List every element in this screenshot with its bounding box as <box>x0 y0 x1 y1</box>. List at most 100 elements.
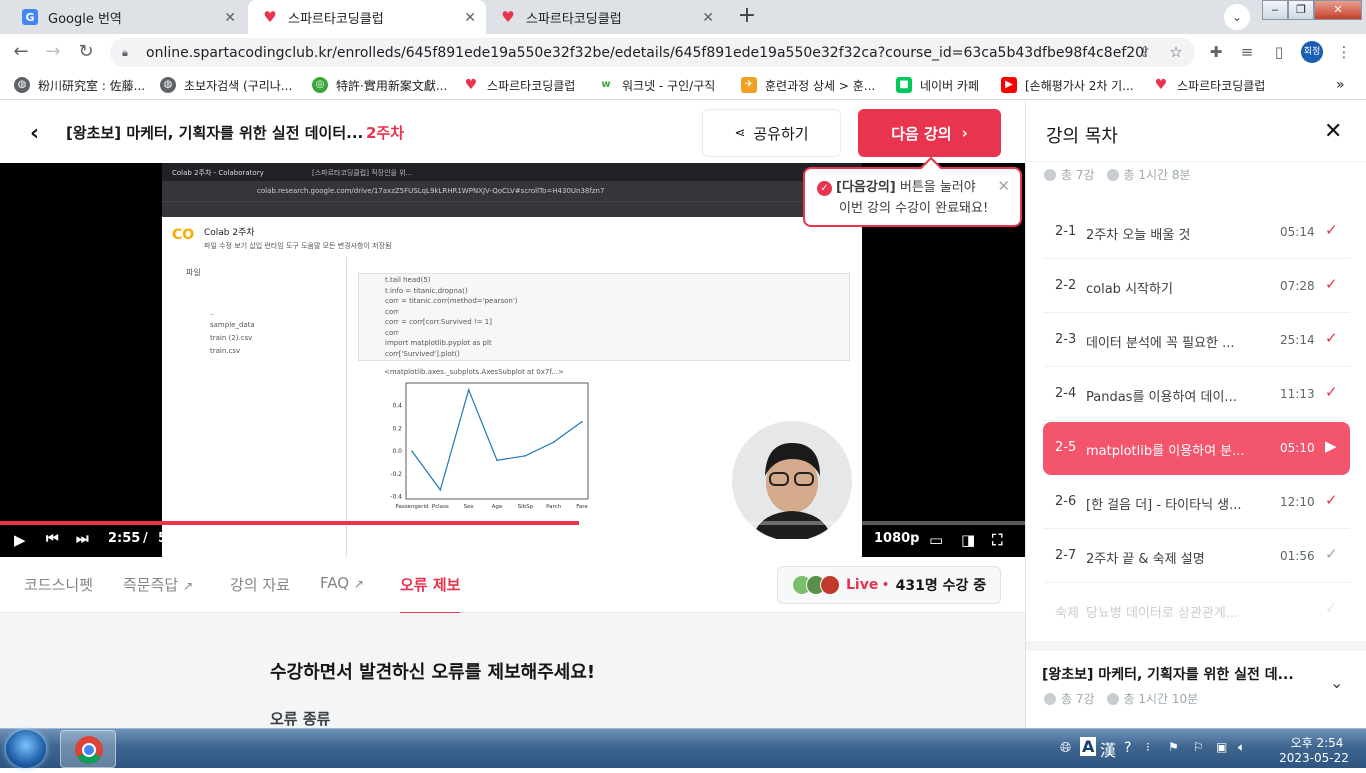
y-tick-label: -0.2 <box>390 471 402 478</box>
previous-icon[interactable]: ⏮︎ <box>46 531 59 547</box>
kipris-icon: ◎ <box>312 77 328 93</box>
chrome-taskbar-button[interactable] <box>60 730 116 768</box>
tab-spartacoding[interactable]: ♥ 스파르타코딩클럽 ✕ <box>486 0 724 34</box>
playback-speed[interactable]: 1x <box>843 531 860 546</box>
ime-hanja[interactable]: 漢 <box>1100 737 1116 761</box>
ime-a[interactable]: A <box>1080 737 1097 756</box>
network-icon[interactable]: ▣ <box>1216 740 1227 754</box>
bookmark-item[interactable]: w 워크넷 - 구인/구직 <box>598 76 715 94</box>
live-dot: • <box>881 577 890 593</box>
lesson-item[interactable]: 2-1 2주차 오늘 배울 것 05:14 ✓ <box>1043 206 1350 259</box>
volume-icon[interactable]: 🔈︎ <box>730 531 739 549</box>
new-tab-button[interactable]: + <box>735 5 759 29</box>
play-icon[interactable]: ▶ <box>14 531 26 549</box>
x-tick-label: Pclass <box>432 504 449 510</box>
matplotlib-line-plot: 0.4 0.2 0.0 -0.2 -0.4 Passengerid Pclass Sex Age… <box>390 382 589 510</box>
quality-setting[interactable]: 1080p <box>874 531 920 546</box>
help-icon[interactable]: ? <box>1124 740 1131 756</box>
check-icon: ✓ <box>1325 545 1338 563</box>
lesson-item[interactable]: 2-5 matplotlib를 이용하여 분... 05:10 ▶ <box>1043 422 1350 475</box>
pip-icon[interactable]: ◨ <box>961 531 975 549</box>
lesson-item[interactable]: 2-6 [한 걸음 더] - 타이타닉 생... 12:10 ✓ <box>1043 476 1350 529</box>
lesson-item[interactable]: 2-7 2주차 끝 & 숙제 설명 01:56 ✓ <box>1043 530 1350 583</box>
minimize-button[interactable]: ‒ <box>1262 0 1288 20</box>
clock-date[interactable]: 2023-05-22 <box>1270 751 1358 765</box>
code-line: t.info = titanic.dropna() <box>385 286 468 295</box>
restore-button[interactable]: ❐ <box>1288 0 1314 20</box>
back-chevron-icon[interactable]: ‹ <box>30 121 39 146</box>
chevron-down-icon[interactable]: ⌄ <box>1330 673 1343 692</box>
lesson-title: matplotlib를 이용하여 분... <box>1086 444 1245 459</box>
x-tick-label: Age <box>492 504 503 510</box>
close-icon[interactable]: ✕ <box>1324 119 1342 144</box>
reading-list-icon[interactable]: ≡ <box>1237 42 1257 62</box>
code-line: corr['Survived'].plot() <box>385 349 460 358</box>
bookmark-item[interactable]: ▶ [손해평가사 2차 기... <box>1001 76 1134 94</box>
tooltip-strong: [다음강의] <box>836 180 896 195</box>
bookmark-item[interactable]: ◍ 粉川研究室 : 佐藤... <box>14 76 145 94</box>
clock-time[interactable]: 오후 2:54 <box>1277 734 1357 751</box>
profile-avatar[interactable]: 회정 <box>1301 41 1323 63</box>
tab-qna[interactable]: 즉문즉답 ↗ <box>123 574 193 595</box>
lesson-num: 2-4 <box>1055 386 1077 401</box>
close-icon[interactable]: ✕ <box>997 176 1010 197</box>
total-time: 총 1시간 8분 <box>1123 168 1191 182</box>
fullscreen-icon[interactable]: ⛶ <box>992 531 1003 549</box>
flag-icon[interactable]: ⚑ <box>1168 740 1179 754</box>
speaker-icon[interactable]: 🔈︎ <box>1238 740 1245 755</box>
lesson-title: 2주차 끝 & 숙제 설명 <box>1086 552 1205 567</box>
menu-icon[interactable]: ⋮ <box>1334 42 1354 62</box>
next-label: 다음 강의 <box>891 124 952 143</box>
error-report-section: 수강하면서 발견하신 오류를 제보해주세요! 오류 종류 <box>0 613 1025 728</box>
bookmark-item[interactable]: ✈ 훈련과정 상세 > 훈... <box>741 76 875 94</box>
tab-google-translate[interactable]: G Google 번역 ✕ <box>8 0 246 34</box>
video-progress-bar[interactable] <box>0 521 1025 525</box>
share-button[interactable]: ⋖ 공유하기 <box>702 109 841 157</box>
bookmark-item[interactable]: ♥ 스파르타코딩클럽 <box>1153 76 1266 94</box>
close-window-button[interactable]: ✕ <box>1314 0 1362 20</box>
bookmark-item[interactable]: ◎ 特許·實用新案文獻... <box>312 76 447 94</box>
reload-icon[interactable]: ↻ <box>75 41 97 63</box>
side-panel-icon[interactable]: ▯ <box>1269 42 1289 62</box>
address-bar[interactable]: 🔒︎ online.spartacodingclub.kr/enrolleds/… <box>110 38 1195 67</box>
colab-files-panel: 파일 .. sample_data train (2).csv train.cs… <box>162 257 347 557</box>
next-icon[interactable]: ⏭︎ <box>76 531 89 547</box>
lesson-item[interactable]: 2-2 colab 시작하기 07:28 ✓ <box>1043 260 1350 313</box>
ime-options-icon[interactable]: ⁝ <box>1146 740 1150 754</box>
action-center-icon[interactable]: ⚐ <box>1193 740 1204 754</box>
bookmark-item[interactable]: ♥ 스파르타코딩클럽 <box>463 76 576 94</box>
close-tab-icon[interactable]: ✕ <box>702 10 714 26</box>
lesson-item[interactable]: 2-4 Pandas를 이용하여 데이... 11:13 ✓ <box>1043 368 1350 421</box>
next-course-title[interactable]: [왕초보] 마케터, 기획자를 위한 실전 데... <box>1042 664 1294 684</box>
close-tab-icon[interactable]: ✕ <box>464 10 476 26</box>
tab-error-report[interactable]: 오류 제보 <box>400 574 460 614</box>
tab-code-snippet[interactable]: 코드스니펫 <box>24 574 93 595</box>
next-lecture-button[interactable]: 다음 강의 › <box>858 109 1001 157</box>
homework-item[interactable]: 숙제 당뇨병 데이터로 상관관계... ✓ <box>1043 584 1350 637</box>
toc-title: 강의 목차 <box>1046 126 1118 147</box>
forward-icon[interactable]: → <box>42 41 64 63</box>
subtitles-icon[interactable]: ▭ <box>929 531 943 549</box>
start-button[interactable] <box>6 730 46 768</box>
tab-search-button[interactable]: ⌄ <box>1224 4 1250 30</box>
tab-faq[interactable]: FAQ ↗ <box>320 574 364 592</box>
bookmark-item[interactable]: ■ 네이버 카페 <box>896 76 979 94</box>
tab-materials[interactable]: 강의 자료 <box>230 574 290 595</box>
close-tab-icon[interactable]: ✕ <box>224 10 236 26</box>
bookmarks-overflow-icon[interactable]: » <box>1336 76 1345 94</box>
language-icon[interactable]: 🌐︎ <box>1060 740 1071 756</box>
bookmark-item[interactable]: ◍ 초보자검색 (구리나... <box>160 76 292 94</box>
next-course-meta: 총 7강 총 1시간 10분 <box>1044 690 1198 707</box>
plot-point <box>581 420 583 423</box>
code-line: corr = titanic.corr(method='pearson') <box>385 297 518 305</box>
bookmark-star-icon[interactable]: ☆ <box>1166 42 1186 62</box>
back-icon[interactable]: ← <box>10 41 32 63</box>
tab-spartacoding-active[interactable]: ♥ 스파르타코딩클럽 ✕ <box>248 0 486 34</box>
chevron-right-icon: › <box>961 124 968 142</box>
volume-slider[interactable] <box>754 539 826 542</box>
share-page-icon[interactable]: ⇪ <box>1135 42 1155 62</box>
extensions-icon[interactable]: ✚ <box>1206 42 1226 62</box>
lesson-title: 데이터 분석에 꼭 필요한 ... <box>1086 336 1235 351</box>
lesson-item[interactable]: 2-3 데이터 분석에 꼭 필요한 ... 25:14 ✓ <box>1043 314 1350 367</box>
lesson-title: [한 걸음 더] - 타이타닉 생... <box>1086 498 1242 513</box>
